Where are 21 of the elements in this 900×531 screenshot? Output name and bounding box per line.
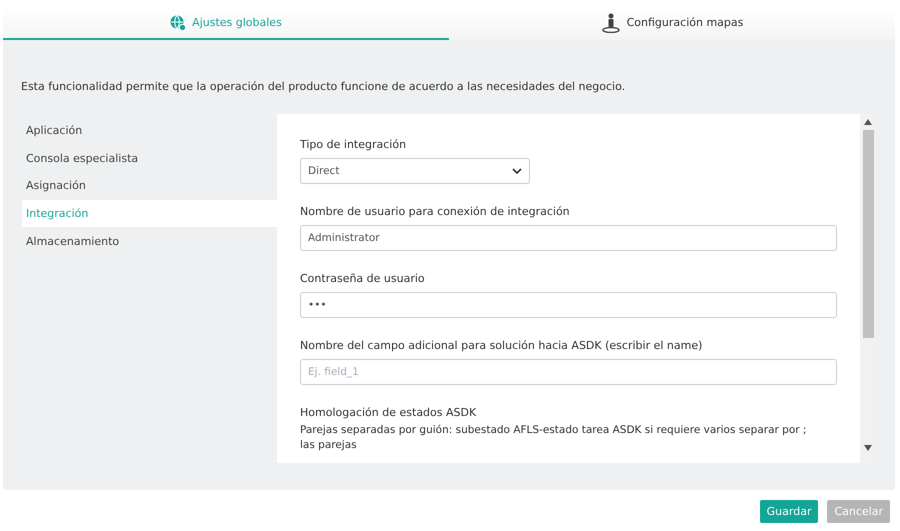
scroll-up-icon[interactable] bbox=[864, 119, 872, 125]
field-label: Nombre del campo adicional para solución hacia ASDK (escribir el name) bbox=[300, 339, 704, 352]
select-field[interactable]: Direct bbox=[300, 158, 530, 184]
tab[interactable]: Configuración mapas bbox=[449, 7, 895, 40]
field-label: Tipo de integración bbox=[300, 138, 408, 151]
field-label: Contraseña de usuario bbox=[300, 272, 426, 285]
input-field[interactable]: Administrator bbox=[300, 225, 837, 251]
field-label: Homologación de estados ASDK bbox=[300, 406, 478, 419]
sidebar-item[interactable]: Almacenamiento bbox=[22, 227, 277, 255]
globe-icon bbox=[170, 14, 186, 30]
chevron-down-icon bbox=[512, 168, 522, 174]
sidebar-item[interactable]: Aplicación bbox=[22, 117, 277, 145]
person-pin-icon bbox=[600, 12, 621, 32]
description-text: Esta funcionalidad permite que la operación del producto funcione de acuerdo a las necesidades del negocio. bbox=[20, 79, 626, 95]
sidebar-item[interactable]: Asignación bbox=[22, 172, 277, 200]
password-field[interactable]: ••• bbox=[300, 292, 837, 318]
scrollbar-thumb[interactable] bbox=[862, 130, 874, 338]
field-label: Nombre de usuario para conexión de integración bbox=[300, 205, 571, 218]
sidebar-item[interactable]: Consola especialista bbox=[22, 144, 277, 172]
scroll-down-icon[interactable] bbox=[864, 445, 872, 451]
help-text: Parejas separadas por guión: subestado AFLS-estado tarea ASDK si requiere varios separar por ; las parejas bbox=[300, 423, 808, 453]
